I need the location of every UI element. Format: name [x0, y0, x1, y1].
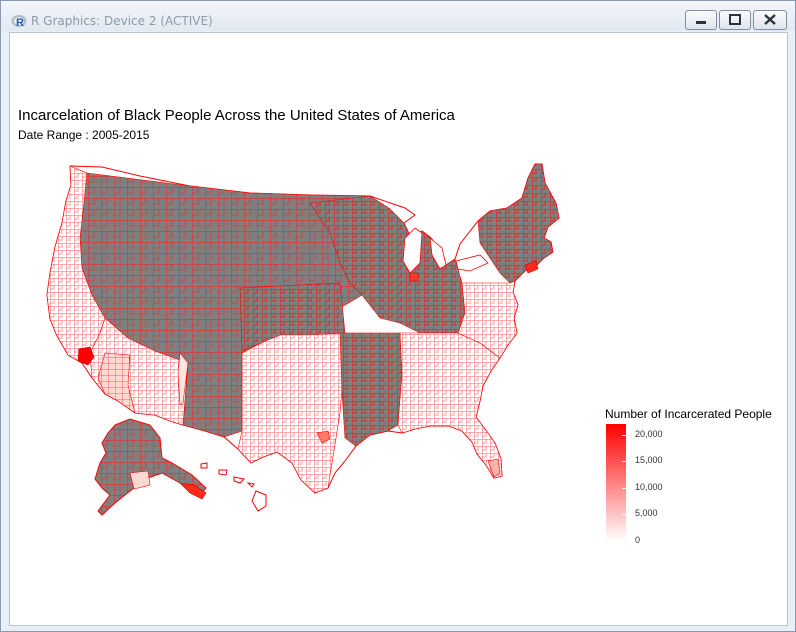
legend-tick-label: 5,000: [635, 508, 658, 519]
legend-tick-mark: [622, 514, 626, 516]
restore-button[interactable]: [719, 10, 751, 30]
southeast-white-region: [397, 332, 503, 479]
hawaii-island-2: [218, 469, 228, 476]
legend-tick-mark: [622, 541, 626, 542]
hawaii-island-3: [233, 476, 246, 484]
legend-title: Number of Incarcerated People: [605, 407, 772, 421]
legend-tick-label: 20,000: [635, 428, 663, 439]
legend-colorbar: [606, 424, 626, 541]
svg-text:R: R: [16, 17, 24, 29]
hawaii: [200, 462, 267, 512]
title-bar[interactable]: R R Graphics: Device 2 (ACTIVE): [1, 1, 795, 31]
window-title: R Graphics: Device 2 (ACTIVE): [31, 14, 213, 28]
legend-tick-mark: [622, 461, 626, 463]
restore-icon: [729, 14, 741, 25]
hawaii-island-1: [200, 462, 208, 469]
us-county-map: [46, 163, 560, 516]
r-graphics-window: R R Graphics: Device 2 (ACTIVE) Incarcel…: [0, 0, 796, 632]
minimize-button[interactable]: [685, 10, 717, 30]
plot-area: Incarcelation of Black People Across the…: [9, 32, 788, 626]
legend-tick-label: 15,000: [635, 455, 663, 466]
alaska: [94, 418, 207, 516]
legend-tick-label: 0: [635, 535, 641, 545]
close-button[interactable]: [753, 10, 787, 30]
minimize-icon: [696, 21, 706, 24]
close-icon: [764, 14, 776, 25]
legend-tick-mark: [622, 434, 626, 436]
r-logo-icon: R: [11, 15, 27, 29]
legend-tick-mark: [622, 487, 626, 489]
alaska-shape: [94, 418, 207, 516]
hawaii-island-4: [246, 482, 255, 488]
legend-tick-label: 10,000: [635, 481, 663, 492]
chicago-county: [409, 272, 419, 282]
hawaii-island-big: [251, 490, 267, 512]
